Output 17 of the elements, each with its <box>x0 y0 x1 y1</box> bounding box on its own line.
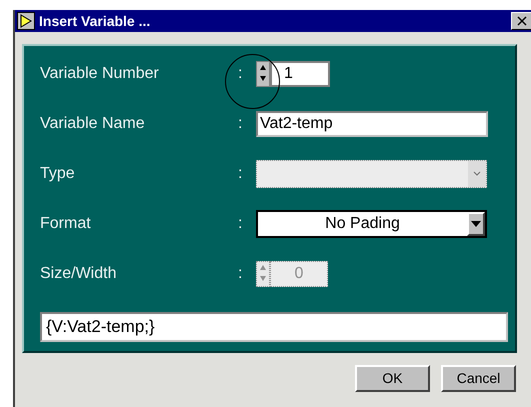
colon-separator: : <box>238 214 244 234</box>
dropdown[interactable]: No Pading <box>256 210 487 238</box>
result-field[interactable]: {V:Vat2-temp;} <box>40 312 508 342</box>
colon-separator: : <box>238 114 244 134</box>
name-field[interactable]: Vat2-temp <box>256 111 488 137</box>
window-title: Insert Variable ... <box>39 12 150 30</box>
dialog-button[interactable]: Cancel <box>441 365 516 392</box>
field-label: Type <box>40 164 76 184</box>
number-field[interactable]: 1 <box>270 61 330 87</box>
colon-separator: : <box>238 264 244 284</box>
colon-separator: : <box>238 64 244 84</box>
field-label: Variable Name <box>40 114 146 134</box>
field-label: Size/Width <box>40 264 118 284</box>
dialog-button[interactable]: OK <box>355 365 430 392</box>
colon-separator: : <box>238 164 244 184</box>
field-label: Variable Number <box>40 64 160 84</box>
field-label: Format <box>40 214 92 234</box>
